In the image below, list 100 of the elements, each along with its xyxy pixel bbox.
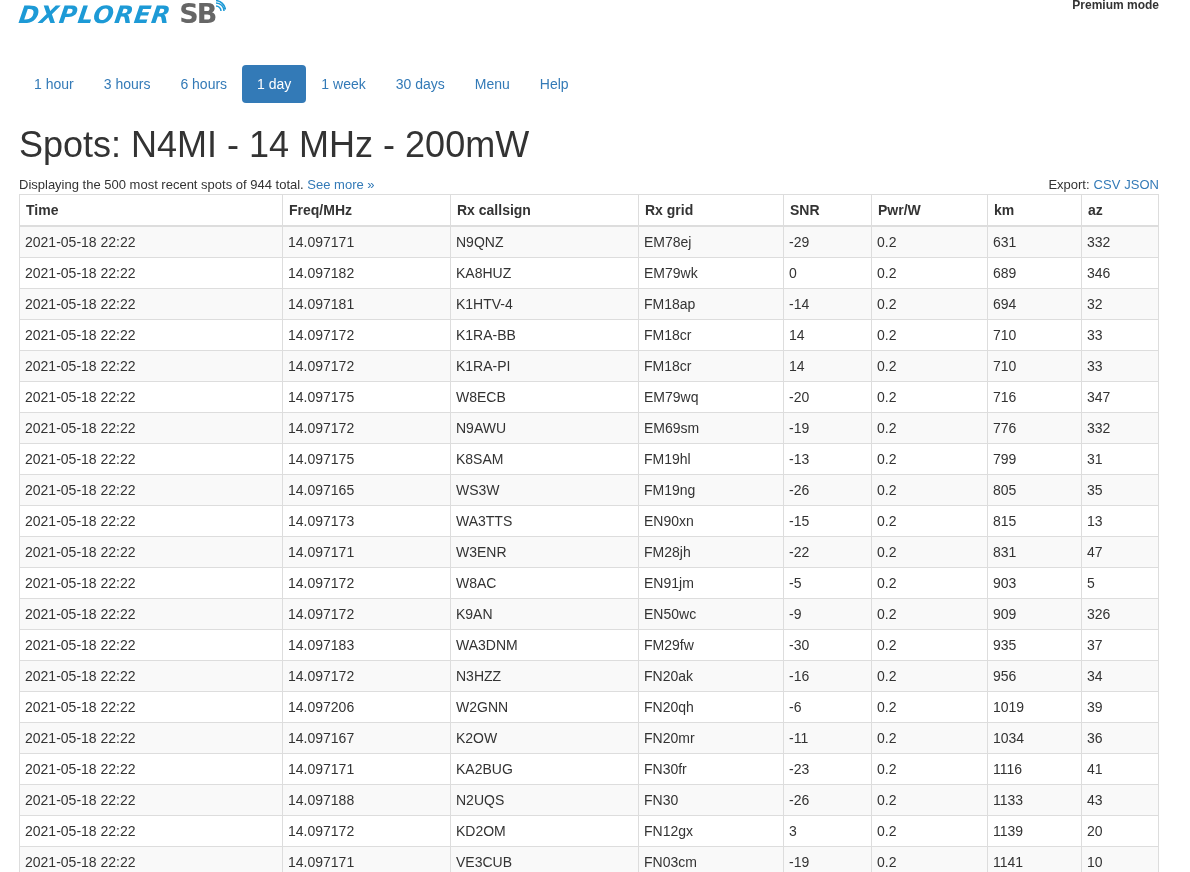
export-link[interactable]: JSON bbox=[1124, 175, 1159, 194]
table-cell: 2021-05-18 22:22 bbox=[19, 691, 283, 723]
table-cell: 2021-05-18 22:22 bbox=[19, 846, 283, 872]
table-cell: 2021-05-18 22:22 bbox=[19, 753, 283, 785]
logo-initials: SB bbox=[179, 0, 216, 27]
table-cell: 0.2 bbox=[871, 722, 988, 754]
table-cell: FM29fw bbox=[638, 629, 784, 661]
table-cell: KA2BUG bbox=[450, 753, 639, 785]
table-cell: 47 bbox=[1081, 536, 1159, 568]
table-cell: -6 bbox=[783, 691, 872, 723]
table-cell: 14.097171 bbox=[282, 536, 451, 568]
table-cell: 2021-05-18 22:22 bbox=[19, 598, 283, 630]
table-cell: 2021-05-18 22:22 bbox=[19, 257, 283, 289]
table-cell: -23 bbox=[783, 753, 872, 785]
table-cell: 14 bbox=[783, 350, 872, 382]
table-cell: N3HZZ bbox=[450, 660, 639, 692]
column-header: Rx callsign bbox=[450, 194, 639, 226]
table-cell: FM18cr bbox=[638, 350, 784, 382]
table-cell: 14.097172 bbox=[282, 350, 451, 382]
table-cell: 0.2 bbox=[871, 598, 988, 630]
nav-tab[interactable]: 1 week bbox=[306, 65, 381, 103]
export-link[interactable]: CSV bbox=[1093, 175, 1121, 194]
table-cell: 5 bbox=[1081, 567, 1159, 599]
table-cell: EN50wc bbox=[638, 598, 784, 630]
table-cell: 815 bbox=[987, 505, 1082, 537]
table-cell: 2021-05-18 22:22 bbox=[19, 412, 283, 444]
table-cell: 689 bbox=[987, 257, 1082, 289]
nav-tab[interactable]: 1 hour bbox=[19, 65, 89, 103]
table-cell: 14.097171 bbox=[282, 225, 451, 258]
logo-wordmark: DXPLORER bbox=[17, 3, 173, 27]
table-cell: 0.2 bbox=[871, 257, 988, 289]
table-cell: 14.097172 bbox=[282, 660, 451, 692]
table-cell: 2021-05-18 22:22 bbox=[19, 288, 283, 320]
table-cell: KA8HUZ bbox=[450, 257, 639, 289]
table-cell: -26 bbox=[783, 784, 872, 816]
table-cell: 0.2 bbox=[871, 629, 988, 661]
table-cell: 2021-05-18 22:22 bbox=[19, 319, 283, 351]
table-cell: N9AWU bbox=[450, 412, 639, 444]
nav-tab[interactable]: Help bbox=[524, 65, 584, 103]
table-cell: 956 bbox=[987, 660, 1082, 692]
table-cell: 20 bbox=[1081, 815, 1159, 847]
table-cell: FN30 bbox=[638, 784, 784, 816]
table-cell: -13 bbox=[783, 443, 872, 475]
table-cell: 32 bbox=[1081, 288, 1159, 320]
nav-tab[interactable]: 3 hours bbox=[88, 65, 166, 103]
table-cell: 14.097172 bbox=[282, 598, 451, 630]
table-cell: 0.2 bbox=[871, 567, 988, 599]
table-cell: 1034 bbox=[987, 722, 1082, 754]
table-cell: 0.2 bbox=[871, 288, 988, 320]
table-cell: 13 bbox=[1081, 505, 1159, 537]
table-cell: -9 bbox=[783, 598, 872, 630]
table-cell: FN20qh bbox=[638, 691, 784, 723]
table-cell: -20 bbox=[783, 381, 872, 413]
table-cell: 0 bbox=[783, 257, 872, 289]
nav-tab[interactable]: 6 hours bbox=[165, 65, 243, 103]
table-cell: 14.097172 bbox=[282, 815, 451, 847]
table-cell: 3 bbox=[783, 815, 872, 847]
nav-tab[interactable]: 30 days bbox=[380, 65, 460, 103]
table-cell: 33 bbox=[1081, 350, 1159, 382]
table-cell: 10 bbox=[1081, 846, 1159, 872]
table-cell: 14.097173 bbox=[282, 505, 451, 537]
table-cell: 2021-05-18 22:22 bbox=[19, 784, 283, 816]
nav-tab[interactable]: 1 day bbox=[242, 65, 307, 103]
page-title: Spots: N4MI - 14 MHz - 200mW bbox=[19, 125, 531, 165]
table-cell: VE3CUB bbox=[450, 846, 639, 872]
nav-tab[interactable]: Menu bbox=[459, 65, 525, 103]
table-cell: 0.2 bbox=[871, 846, 988, 872]
table-cell: 0.2 bbox=[871, 381, 988, 413]
table-cell: 43 bbox=[1081, 784, 1159, 816]
signal-waves-icon bbox=[215, 0, 227, 12]
column-header: Time bbox=[19, 194, 283, 226]
table-cell: EM78ej bbox=[638, 225, 784, 258]
table-cell: 14.097167 bbox=[282, 722, 451, 754]
column-header: SNR bbox=[783, 194, 872, 226]
table-cell: 14.097206 bbox=[282, 691, 451, 723]
table-cell: 2021-05-18 22:22 bbox=[19, 350, 283, 382]
table-cell: FN30fr bbox=[638, 753, 784, 785]
table-cell: -14 bbox=[783, 288, 872, 320]
table-cell: 2021-05-18 22:22 bbox=[19, 443, 283, 475]
table-cell: EM79wk bbox=[638, 257, 784, 289]
see-more-link[interactable]: See more » bbox=[307, 176, 375, 192]
table-cell: K8SAM bbox=[450, 443, 639, 475]
table-cell: 326 bbox=[1081, 598, 1159, 630]
table-cell: 694 bbox=[987, 288, 1082, 320]
table-cell: 831 bbox=[987, 536, 1082, 568]
table-cell: EM79wq bbox=[638, 381, 784, 413]
table-cell: 14.097171 bbox=[282, 846, 451, 872]
table-cell: -16 bbox=[783, 660, 872, 692]
table-cell: FN12gx bbox=[638, 815, 784, 847]
table-cell: -15 bbox=[783, 505, 872, 537]
table-cell: 41 bbox=[1081, 753, 1159, 785]
table-cell: 14.097172 bbox=[282, 319, 451, 351]
table-cell: 14.097182 bbox=[282, 257, 451, 289]
table-cell: 347 bbox=[1081, 381, 1159, 413]
table-cell: FN20ak bbox=[638, 660, 784, 692]
table-cell: K1RA-BB bbox=[450, 319, 639, 351]
table-cell: EN90xn bbox=[638, 505, 784, 537]
table-cell: 14.097165 bbox=[282, 474, 451, 506]
table-cell: 631 bbox=[987, 225, 1082, 258]
table-cell: 909 bbox=[987, 598, 1082, 630]
